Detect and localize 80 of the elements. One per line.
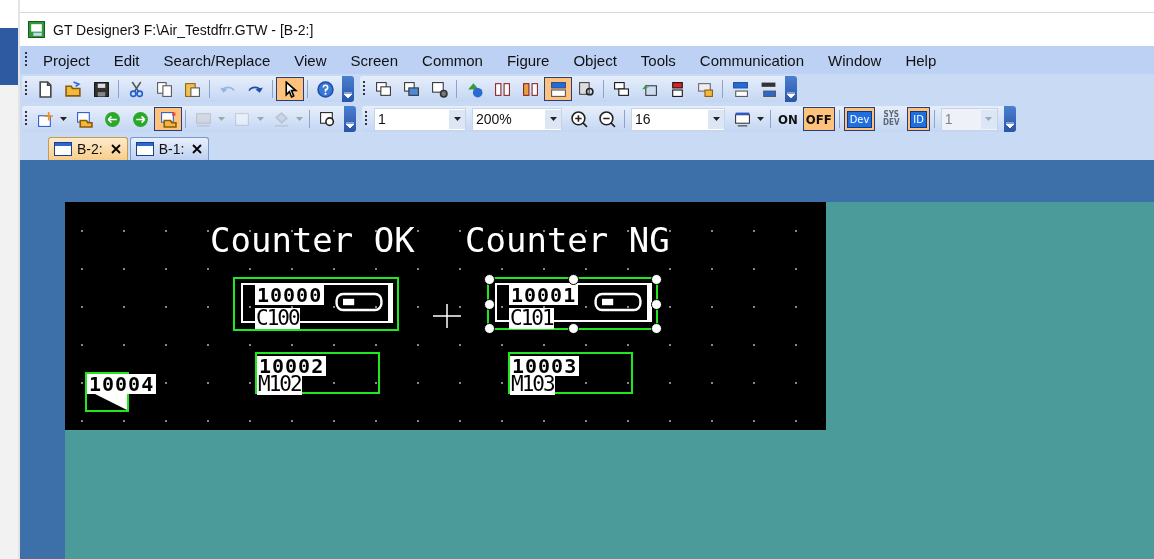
menu-item[interactable]: View bbox=[282, 51, 339, 69]
copy-icon bbox=[155, 80, 173, 98]
rectangle-icon bbox=[233, 110, 251, 128]
selection-handle[interactable] bbox=[484, 274, 495, 285]
close-icon[interactable] bbox=[192, 144, 203, 154]
screen-tab[interactable]: B-2: bbox=[48, 137, 128, 160]
toolbar-button[interactable]: ON bbox=[775, 107, 801, 131]
open-folder-icon bbox=[64, 80, 82, 98]
caret-icon[interactable] bbox=[60, 117, 67, 121]
toolbar-button[interactable] bbox=[276, 77, 304, 101]
menu-item[interactable]: Help bbox=[893, 51, 949, 69]
menu-item[interactable]: Window bbox=[816, 51, 894, 69]
zoom-screen-icon bbox=[318, 110, 336, 128]
chevron-icon bbox=[787, 92, 795, 98]
crosshair-icon bbox=[433, 304, 461, 328]
overflow-button[interactable] bbox=[344, 106, 356, 132]
screen-label: Counter NG bbox=[465, 220, 670, 260]
toolbar-button[interactable] bbox=[544, 77, 572, 101]
app-icon bbox=[28, 21, 45, 38]
selection-handle[interactable] bbox=[567, 274, 579, 285]
menu-item[interactable]: Screen bbox=[338, 51, 411, 69]
lamp-object[interactable]: 10003 M103 bbox=[508, 352, 633, 394]
toolbar-button[interactable]: Dev bbox=[843, 107, 876, 131]
help-icon bbox=[316, 80, 334, 98]
menu-item[interactable]: Communication bbox=[687, 51, 817, 69]
caret-icon[interactable] bbox=[712, 117, 720, 121]
window-title: GT Designer3 F:\Air_Testdfrr.GTW - [B-2:] bbox=[53, 21, 314, 38]
lamp-object[interactable]: 10002 M102 bbox=[255, 352, 380, 394]
overflow-button[interactable] bbox=[342, 76, 354, 102]
dropdown-field[interactable]: 200% bbox=[472, 107, 562, 131]
dropdown-field[interactable]: 1 bbox=[374, 107, 466, 131]
caret-icon[interactable] bbox=[549, 117, 557, 121]
selection-handle[interactable] bbox=[484, 323, 495, 334]
windows-icon bbox=[612, 80, 630, 98]
open-screen-icon bbox=[75, 110, 93, 128]
screen-label: Counter OK bbox=[210, 220, 415, 260]
caret-icon[interactable] bbox=[453, 117, 461, 121]
scissors-icon bbox=[127, 80, 145, 98]
menu-item[interactable]: Tools bbox=[628, 51, 688, 69]
menu-item[interactable]: Project bbox=[31, 51, 102, 69]
screen-copy-icon bbox=[374, 80, 392, 98]
screen-tab[interactable]: B-1: bbox=[129, 137, 210, 160]
window-icon bbox=[54, 142, 72, 156]
menu-item[interactable]: Object bbox=[561, 51, 629, 69]
selection-handle[interactable] bbox=[651, 323, 662, 334]
selection-handle[interactable] bbox=[651, 274, 662, 285]
screen-folder-icon bbox=[159, 110, 177, 128]
chevron-icon bbox=[1005, 122, 1014, 128]
chevron-icon bbox=[344, 92, 352, 98]
selection-handle[interactable] bbox=[484, 298, 495, 310]
menu-item[interactable]: Search/Replace bbox=[151, 51, 283, 69]
switch-object[interactable]: 10000 C100 bbox=[233, 277, 399, 331]
menu-item[interactable]: Edit bbox=[101, 51, 152, 69]
caret-icon[interactable] bbox=[757, 117, 764, 121]
zoom-out-icon bbox=[598, 110, 616, 128]
new-page-icon bbox=[36, 80, 54, 98]
menu-item[interactable]: Common bbox=[410, 51, 495, 69]
paste-icon bbox=[183, 80, 201, 98]
screen-canvas: Counter OK Counter NG 10000 C100 10001 C101 10004 10002 M102 10003 M103 bbox=[65, 202, 826, 430]
push-switch-icon bbox=[594, 291, 642, 313]
overflow-button[interactable] bbox=[1003, 106, 1016, 132]
toolbar-button[interactable]: ID bbox=[907, 107, 930, 131]
screen-search-icon bbox=[577, 80, 595, 98]
push-switch-icon bbox=[335, 291, 383, 313]
selection-handle[interactable] bbox=[651, 298, 662, 310]
chevron-icon bbox=[346, 122, 354, 128]
data-table-icon bbox=[549, 80, 567, 98]
dropdown-field[interactable]: 16 bbox=[631, 107, 725, 131]
overflow-button[interactable] bbox=[785, 76, 797, 102]
window-icon bbox=[135, 142, 154, 156]
zoom-in-icon bbox=[570, 110, 588, 128]
close-icon[interactable] bbox=[110, 144, 121, 154]
device-table-icon bbox=[731, 80, 749, 98]
speech-bubble-icon bbox=[696, 80, 714, 98]
screen-icon bbox=[402, 80, 420, 98]
toolbar-button[interactable] bbox=[154, 107, 182, 131]
new-screen-icon bbox=[36, 110, 54, 128]
selection-handle[interactable] bbox=[567, 323, 579, 334]
toolbar-button[interactable]: OFF bbox=[802, 107, 835, 131]
menu-item[interactable]: Figure bbox=[494, 51, 562, 69]
